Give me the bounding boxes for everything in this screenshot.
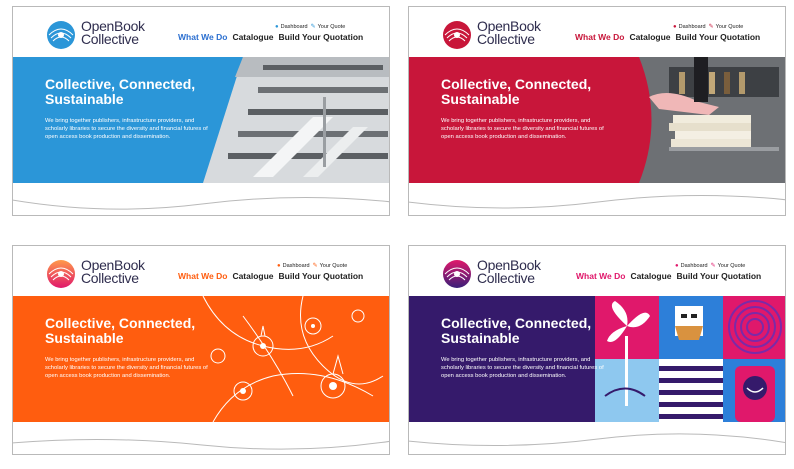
mockup-card-purple: OpenBook Collective ● Dashboard ✎ Your Quo… — [408, 245, 786, 455]
hero-title: Collective, Connected, Sustainable — [441, 315, 592, 346]
hero-body: We bring together publishers, infrastruc… — [45, 118, 208, 140]
logo-line-2: Collective — [477, 270, 535, 286]
openbook-logo-icon[interactable] — [45, 258, 77, 290]
dashboard-label: Dashboard — [678, 24, 706, 30]
site-header: OpenBook Collective ● Dashboard ✎ Your Quo… — [409, 246, 785, 288]
quote-label: Your Quote — [717, 263, 746, 269]
geometric-illustration — [595, 296, 785, 422]
nav-what-we-do[interactable]: What We Do — [178, 32, 227, 42]
nav-build-quote[interactable]: Build Your Quotation — [676, 32, 761, 42]
pencil-icon: ✎ — [310, 24, 316, 30]
nav-catalogue[interactable]: Catalogue — [629, 32, 670, 42]
main-nav: What We Do Catalogue Build Your Quotation — [576, 271, 761, 281]
quote-label: Your Quote — [715, 24, 744, 30]
dashboard-link[interactable]: ● Dashboard — [275, 24, 308, 30]
user-icon: ● — [675, 263, 679, 269]
quote-link[interactable]: ✎ Your Quote — [313, 263, 348, 269]
nav-build-quote[interactable]: Build Your Quotation — [279, 32, 364, 42]
hero-title: Collective, Connected, Sustainable — [45, 76, 196, 107]
hero-title: Collective, Connected, Sustainable — [441, 76, 592, 107]
logo-line-2: Collective — [477, 31, 535, 47]
torn-edge — [409, 194, 785, 215]
mockup-card-orange: OpenBook Collective ● Dashboard ✎ Your Quo… — [12, 245, 390, 455]
openbook-logo-icon[interactable] — [441, 258, 473, 290]
hero-title: Collective, Connected, Sustainable — [45, 315, 196, 346]
site-header: OpenBook Collective ● Dashboard ✎ Your Quo… — [409, 7, 785, 49]
site-header: OpenBook Collective ● Dashboard ✎ Your Quo… — [13, 7, 389, 49]
nav-what-we-do[interactable]: What We Do — [575, 32, 624, 42]
main-nav: What We Do Catalogue Build Your Quotation — [178, 32, 363, 42]
dashboard-link[interactable]: ● Dashboard — [675, 263, 708, 269]
user-icon: ● — [275, 24, 279, 30]
lightbulb-illustration — [202, 296, 384, 422]
dashboard-link[interactable]: ● Dashboard — [277, 263, 310, 269]
hero-body: We bring together publishers, infrastruc… — [45, 357, 208, 379]
logo-line-2: Collective — [81, 270, 139, 286]
site-header: OpenBook Collective ● Dashboard ✎ Your Quo… — [13, 246, 389, 288]
pencil-icon: ✎ — [708, 24, 714, 30]
torn-edge — [409, 433, 785, 454]
nav-build-quote[interactable]: Build Your Quotation — [279, 271, 364, 281]
utility-links: ● Dashboard ✎ Your Quote — [275, 23, 345, 30]
nav-what-we-do[interactable]: What We Do — [178, 271, 227, 281]
logo-text[interactable]: OpenBook Collective — [477, 258, 541, 286]
main-nav: What We Do Catalogue Build Your Quotation — [575, 32, 760, 42]
quote-label: Your Quote — [319, 263, 348, 269]
hero-banner: Collective, Connected, Sustainable We br… — [409, 296, 785, 422]
logo-text[interactable]: OpenBook Collective — [81, 258, 145, 286]
quote-link[interactable]: ✎ Your Quote — [711, 263, 746, 269]
nav-catalogue[interactable]: Catalogue — [232, 32, 273, 42]
pencil-icon: ✎ — [312, 263, 318, 269]
quote-link[interactable]: ✎ Your Quote — [709, 24, 744, 30]
hero-banner: Collective, Connected, Sustainable We br… — [13, 57, 389, 183]
nav-catalogue[interactable]: Catalogue — [232, 271, 273, 281]
logo-text[interactable]: OpenBook Collective — [81, 19, 145, 47]
mockup-card-blue: OpenBook Collective ● Dashboard ✎ Your Quo… — [12, 6, 390, 216]
hero-body: We bring together publishers, infrastruc… — [441, 357, 604, 379]
main-nav: What We Do Catalogue Build Your Quotation — [178, 271, 363, 281]
books-photo — [639, 57, 785, 183]
dashboard-label: Dashboard — [282, 263, 310, 269]
utility-links: ● Dashboard ✎ Your Quote — [277, 262, 347, 269]
pencil-icon: ✎ — [710, 263, 716, 269]
library-photo — [203, 57, 389, 183]
dashboard-label: Dashboard — [680, 263, 708, 269]
user-icon: ● — [673, 24, 677, 30]
utility-links: ● Dashboard ✎ Your Quote — [675, 262, 745, 269]
quote-label: Your Quote — [317, 24, 346, 30]
utility-links: ● Dashboard ✎ Your Quote — [673, 23, 743, 30]
logo-text[interactable]: OpenBook Collective — [477, 19, 541, 47]
hero-banner: Collective, Connected, Sustainable We br… — [409, 57, 785, 183]
quote-link[interactable]: ✎ Your Quote — [311, 24, 346, 30]
hero-body: We bring together publishers, infrastruc… — [441, 118, 604, 140]
mockup-card-red: OpenBook Collective ● Dashboard ✎ Your Quo… — [408, 6, 786, 216]
nav-build-quote[interactable]: Build Your Quotation — [677, 271, 762, 281]
torn-edge — [13, 438, 389, 454]
logo-line-2: Collective — [81, 31, 139, 47]
dashboard-link[interactable]: ● Dashboard — [673, 24, 706, 30]
nav-catalogue[interactable]: Catalogue — [630, 271, 671, 281]
openbook-logo-icon[interactable] — [45, 19, 77, 51]
dashboard-label: Dashboard — [280, 24, 308, 30]
nav-what-we-do[interactable]: What We Do — [576, 271, 625, 281]
user-icon: ● — [277, 263, 281, 269]
torn-edge — [13, 196, 389, 215]
hero-banner: Collective, Connected, Sustainable We br… — [13, 296, 389, 422]
openbook-logo-icon[interactable] — [441, 19, 473, 51]
